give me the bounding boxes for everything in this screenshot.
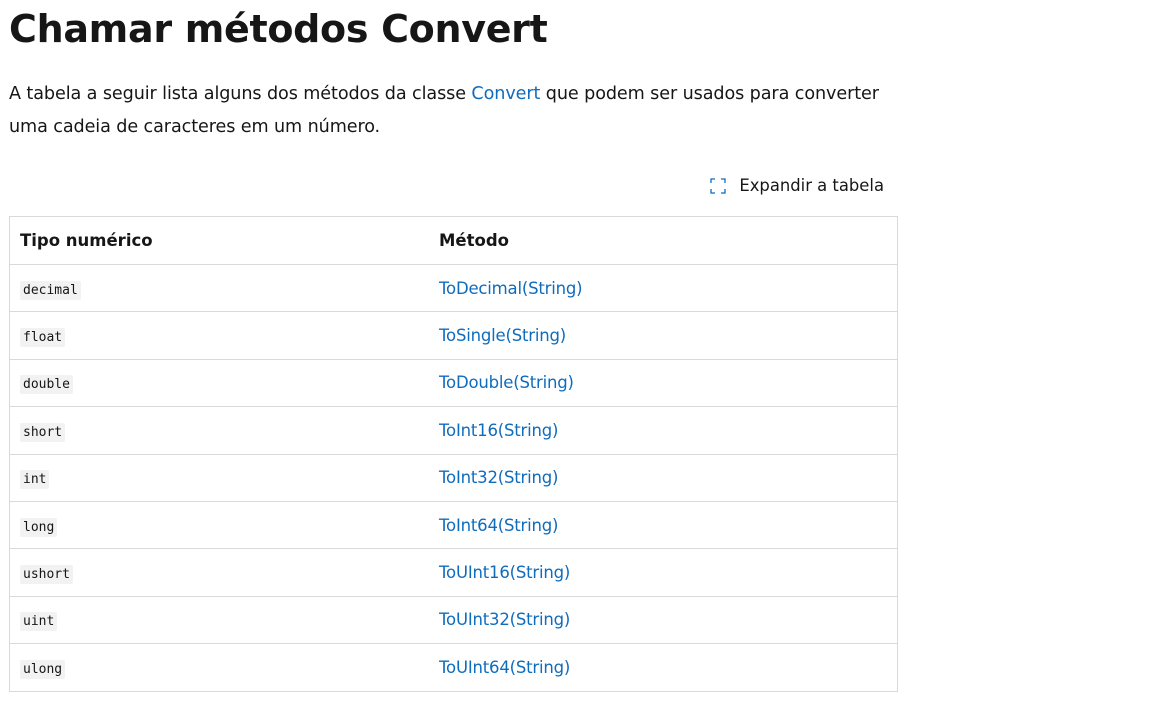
table-row: short ToInt16(String) [9, 406, 898, 455]
table-row: uint ToUInt32(String) [9, 595, 898, 644]
type-code: short [20, 422, 66, 442]
column-header-method: Método [428, 216, 898, 265]
method-cell: ToDouble(String) [428, 358, 898, 407]
method-cell: ToInt32(String) [428, 453, 898, 502]
method-cell: ToInt64(String) [428, 500, 898, 549]
method-link[interactable]: ToUInt32(String) [439, 610, 570, 629]
table-row: ushort ToUInt16(String) [9, 548, 898, 597]
method-link[interactable]: ToInt64(String) [439, 516, 558, 535]
table-row: double ToDouble(String) [9, 358, 898, 407]
article-section: Chamar métodos Convert A tabela a seguir… [9, 0, 899, 692]
method-link[interactable]: ToInt32(String) [439, 468, 558, 487]
method-link[interactable]: ToDecimal(String) [439, 279, 583, 298]
method-link[interactable]: ToUInt16(String) [439, 563, 570, 582]
method-cell: ToDecimal(String) [428, 263, 898, 312]
type-code: decimal [20, 280, 81, 300]
type-cell: uint [9, 595, 429, 644]
method-cell: ToUInt32(String) [428, 595, 898, 644]
type-cell: float [9, 311, 429, 360]
type-cell: double [9, 358, 429, 407]
type-code: int [20, 470, 50, 490]
table-row: decimal ToDecimal(String) [9, 263, 898, 312]
intro-paragraph: A tabela a seguir lista alguns dos métod… [9, 78, 899, 144]
type-code: double [20, 375, 73, 395]
method-link[interactable]: ToUInt64(String) [439, 658, 570, 677]
intro-text-before: A tabela a seguir lista alguns dos métod… [9, 84, 472, 104]
type-cell: ulong [9, 643, 429, 692]
table-row: float ToSingle(String) [9, 311, 898, 360]
type-code: ulong [20, 659, 66, 679]
page-title: Chamar métodos Convert [9, 7, 548, 51]
table-row: long ToInt64(String) [9, 500, 898, 549]
table-row: ulong ToUInt64(String) [9, 643, 898, 692]
type-cell: decimal [9, 263, 429, 312]
type-code: uint [20, 612, 58, 632]
type-cell: long [9, 500, 429, 549]
type-code: ushort [20, 565, 73, 585]
method-cell: ToUInt64(String) [428, 643, 898, 692]
conversion-table: Tipo numérico Método decimal ToDecimal(S… [9, 216, 898, 692]
type-cell: ushort [9, 548, 429, 597]
convert-class-link[interactable]: Convert [471, 84, 540, 104]
type-cell: short [9, 406, 429, 455]
method-link[interactable]: ToSingle(String) [439, 326, 566, 345]
method-link[interactable]: ToInt16(String) [439, 421, 558, 440]
method-cell: ToUInt16(String) [428, 548, 898, 597]
column-header-numeric-type: Tipo numérico [9, 216, 429, 265]
type-cell: int [9, 453, 429, 502]
type-code: float [20, 328, 66, 348]
table-header-row: Tipo numérico Método [9, 216, 898, 265]
type-code: long [20, 517, 58, 537]
method-cell: ToInt16(String) [428, 406, 898, 455]
method-cell: ToSingle(String) [428, 311, 898, 360]
table-row: int ToInt32(String) [9, 453, 898, 502]
expand-icon [710, 177, 727, 194]
method-link[interactable]: ToDouble(String) [439, 373, 574, 392]
expand-table-label: Expandir a tabela [739, 176, 884, 195]
expand-table-button[interactable]: Expandir a tabela [710, 176, 884, 195]
